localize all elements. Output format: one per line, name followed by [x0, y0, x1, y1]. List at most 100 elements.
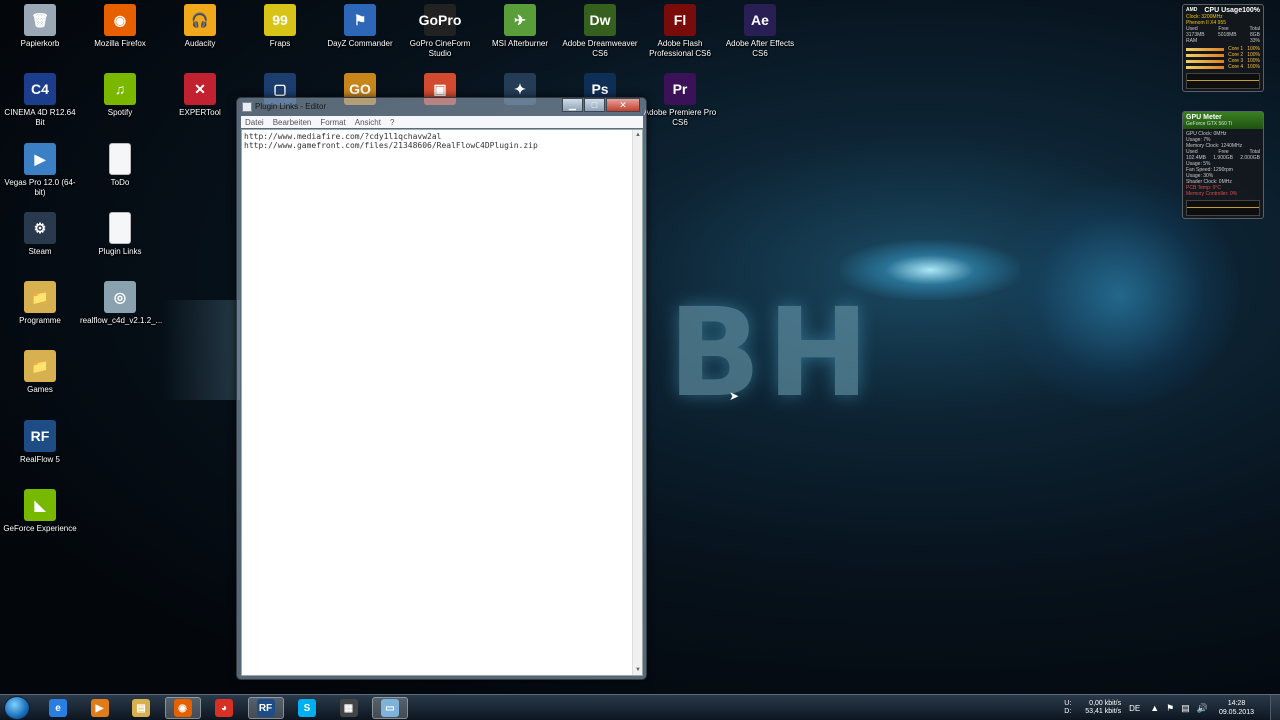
desktop-icon[interactable]: ToDo: [80, 143, 160, 188]
start-button[interactable]: [4, 696, 30, 720]
close-button[interactable]: ✕: [606, 98, 640, 112]
volume-icon[interactable]: 🔊: [1197, 703, 1208, 714]
desktop-icon[interactable]: ✕ EXPERTool: [160, 73, 240, 118]
taskbar-firefox-button[interactable]: ◉: [164, 697, 201, 719]
network-speed: 0,00 kbit/s 53,41 kbit/s: [1085, 700, 1122, 715]
language-indicator[interactable]: DE: [1129, 704, 1140, 713]
desktop-icon[interactable]: ♫ Spotify: [80, 73, 160, 118]
app-icon: Ae: [744, 4, 776, 36]
menu-bar: Datei Bearbeiten Format Ansicht ?: [241, 116, 643, 128]
desktop-icon[interactable]: 📁 Games: [0, 350, 80, 395]
desktop-icon-label: Papierkorb: [20, 39, 60, 48]
desktop-icon-label: Vegas Pro 12.0 (64-bit): [4, 178, 76, 197]
cpu-brand: AMD: [1186, 7, 1198, 13]
show-desktop-button[interactable]: [1270, 695, 1280, 720]
editor-line[interactable]: http://www.mediafire.com/?cdy1l1qchavw2a…: [242, 132, 642, 141]
desktop-icon-label: EXPERTool: [179, 108, 221, 117]
taskbar-realflow-button[interactable]: RF: [247, 697, 284, 719]
desktop-icon[interactable]: ✈ MSI Afterburner: [480, 4, 560, 49]
app-icon: ✕: [184, 73, 216, 105]
scroll-up-icon[interactable]: ▲: [633, 130, 643, 140]
gpu-meter-gadget[interactable]: GPU Meter GeForce GTX 560 Ti GPU Clock: …: [1182, 111, 1264, 219]
desktop-icon[interactable]: C4 CINEMA 4D R12.64 Bit: [0, 73, 80, 128]
desktop-icon-label: GeForce Experience: [3, 524, 77, 533]
desktop-icon[interactable]: Pr Adobe Premiere Pro CS6: [640, 73, 720, 128]
app-icon: 99: [264, 4, 296, 36]
desktop-icon[interactable]: GoPro GoPro CineForm Studio: [400, 4, 480, 59]
desktop-icon-label: Plugin Links: [98, 247, 142, 256]
network-icon[interactable]: ▤: [1181, 703, 1190, 714]
menu-ansicht[interactable]: Ansicht: [355, 118, 381, 127]
minimize-button[interactable]: ▁: [562, 98, 583, 112]
app-icon: 🎧: [184, 4, 216, 36]
scroll-down-icon[interactable]: ▼: [633, 665, 643, 675]
notepad-window[interactable]: Plugin Links - Editor ▁ □ ✕ Datei Bearbe…: [236, 97, 647, 680]
text-editor[interactable]: http://www.mediafire.com/?cdy1l1qchavw2a…: [241, 129, 643, 676]
vertical-scrollbar[interactable]: ▲ ▼: [632, 130, 642, 675]
desktop-icon[interactable]: 🗑 Papierkorb: [0, 4, 80, 49]
desktop-icon[interactable]: 🎧 Audacity: [160, 4, 240, 49]
menu-format[interactable]: Format: [320, 118, 345, 127]
app-icon: [109, 212, 131, 244]
desktop-icon[interactable]: ▶ Vegas Pro 12.0 (64-bit): [0, 143, 80, 198]
wallpaper-logo-left: [160, 300, 240, 400]
desktop-icon-label: Adobe After Effects CS6: [725, 39, 795, 58]
app-icon: ⚑: [344, 4, 376, 36]
app-icon: ⚙: [24, 212, 56, 244]
gpu-model: GeForce GTX 560 Ti: [1186, 121, 1233, 127]
window-controls: ▁ □ ✕: [561, 98, 640, 112]
desktop-icon[interactable]: 99 Fraps: [240, 4, 320, 49]
desktop-icon[interactable]: ⚙ Steam: [0, 212, 80, 257]
window-title: Plugin Links - Editor: [255, 102, 327, 111]
taskbar: e ▶ ▤ ◉ ◕ RF S ▦ ▭ U: D: 0,00 kbit/s 53,41 kbit/s …: [0, 694, 1280, 720]
app-icon: C4: [24, 73, 56, 105]
desktop-icon[interactable]: Ae Adobe After Effects CS6: [720, 4, 800, 59]
desktop-icon-label: CINEMA 4D R12.64 Bit: [4, 108, 76, 127]
desktop-icon[interactable]: ◎ realflow_c4d_v2.1.2_...: [80, 281, 163, 326]
chrome-icon: ◕: [215, 699, 233, 717]
gpu-title: GPU Meter: [1186, 114, 1222, 121]
desktop-icon-label: ToDo: [110, 178, 130, 187]
app-icon: [109, 143, 131, 175]
app-icon: ◉: [104, 4, 136, 36]
desktop-icon[interactable]: RF RealFlow 5: [0, 420, 80, 465]
taskbar-internet-explorer-button[interactable]: e: [40, 697, 76, 719]
tray-expand-icon[interactable]: ▲: [1150, 703, 1159, 713]
desktop-icon[interactable]: ◣ GeForce Experience: [0, 489, 80, 534]
desktop-icon-label: Audacity: [184, 39, 216, 48]
desktop-icon[interactable]: Plugin Links: [80, 212, 160, 257]
wallpaper-logo: BH: [668, 282, 876, 424]
cpu-core-bar: [1186, 66, 1224, 69]
taskbar-explorer-button[interactable]: ▤: [123, 697, 159, 719]
taskbar-notepad-button[interactable]: ▭: [372, 697, 408, 719]
taskbar-unknown-app-button[interactable]: ▦: [331, 697, 367, 719]
cpu-usage-gadget[interactable]: AMD CPU Usage100% Clock: 3200MHz Phenom …: [1182, 4, 1264, 92]
menu-datei[interactable]: Datei: [245, 118, 264, 127]
cpu-core-bar: [1186, 48, 1224, 51]
app-icon: GoPro: [419, 4, 461, 36]
desktop-icon-label: Steam: [28, 247, 52, 256]
menu-bearbeiten[interactable]: Bearbeiten: [273, 118, 312, 127]
net-labels: U: D:: [1064, 700, 1072, 715]
maximize-button[interactable]: □: [584, 98, 605, 112]
taskbar-chrome-button[interactable]: ◕: [206, 697, 242, 719]
editor-line[interactable]: http://www.gamefront.com/files/21348606/…: [242, 141, 642, 150]
cpu-core-row: Core 4 100%: [1186, 64, 1260, 70]
desktop-icon[interactable]: Fl Adobe Flash Professional CS6: [640, 4, 720, 59]
desktop-icon[interactable]: 📁 Programme: [0, 281, 80, 326]
media-player-icon: ▶: [90, 699, 109, 717]
app-icon: RF: [24, 420, 56, 452]
desktop-icon-label: Mozilla Firefox: [94, 39, 146, 48]
firefox-icon: ◉: [173, 699, 192, 717]
desktop-icon[interactable]: ⚑ DayZ Commander: [320, 4, 400, 49]
desktop-icon-label: Programme: [19, 316, 61, 325]
taskbar-media-player-button[interactable]: ▶: [82, 697, 118, 719]
notepad-icon: [242, 102, 252, 112]
taskbar-skype-button[interactable]: S: [289, 697, 325, 719]
action-center-icon[interactable]: ⚑: [1166, 703, 1174, 714]
desktop-icon[interactable]: ◉ Mozilla Firefox: [80, 4, 160, 49]
menu-help[interactable]: ?: [390, 118, 394, 127]
desktop-icon[interactable]: Dw Adobe Dreamweaver CS6: [560, 4, 640, 59]
clock[interactable]: 14:28 09.05.2013: [1219, 699, 1254, 717]
desktop-icon-label: realflow_c4d_v2.1.2_...: [80, 316, 163, 325]
